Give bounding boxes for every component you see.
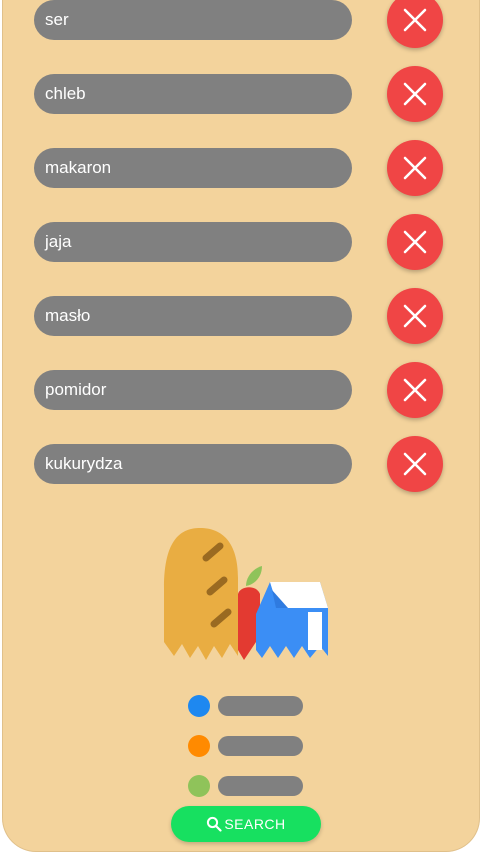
legend-bar [218,736,303,756]
ingredient-row: ser [34,0,454,60]
close-icon [403,156,427,180]
delete-ingredient-button[interactable] [387,140,443,196]
ingredient-name: kukurydza [34,444,352,484]
ingredient-name: ser [34,0,352,40]
search-button[interactable]: SEARCH [171,806,321,842]
delete-ingredient-button[interactable] [387,288,443,344]
legend-item [188,694,308,718]
app-panel: ser chleb makaron jaja masło pomidor kuk… [2,0,480,852]
close-icon [403,378,427,402]
delete-ingredient-button[interactable] [387,66,443,122]
ingredient-row: jaja [34,214,454,282]
ingredient-row: kukurydza [34,436,454,504]
ingredient-row: pomidor [34,362,454,430]
ingredient-row: masło [34,288,454,356]
legend-item [188,734,308,758]
legend-bar [218,696,303,716]
search-icon [207,816,222,832]
ingredient-row: makaron [34,140,454,208]
ingredient-name: jaja [34,222,352,262]
legend-item [188,774,308,798]
close-icon [403,8,427,32]
legend-dot [188,775,210,797]
close-icon [403,230,427,254]
ingredient-name: makaron [34,148,352,188]
grocery-bag-icon [164,528,328,660]
close-icon [403,304,427,328]
delete-ingredient-button[interactable] [387,0,443,48]
legend-dot [188,735,210,757]
ingredient-name: pomidor [34,370,352,410]
ingredient-name: chleb [34,74,352,114]
close-icon [403,82,427,106]
close-icon [403,452,427,476]
ingredient-name: masło [34,296,352,336]
legend-bar [218,776,303,796]
search-button-label: SEARCH [224,816,286,832]
ingredient-row: chleb [34,66,454,134]
legend-dot [188,695,210,717]
delete-ingredient-button[interactable] [387,214,443,270]
delete-ingredient-button[interactable] [387,362,443,418]
delete-ingredient-button[interactable] [387,436,443,492]
